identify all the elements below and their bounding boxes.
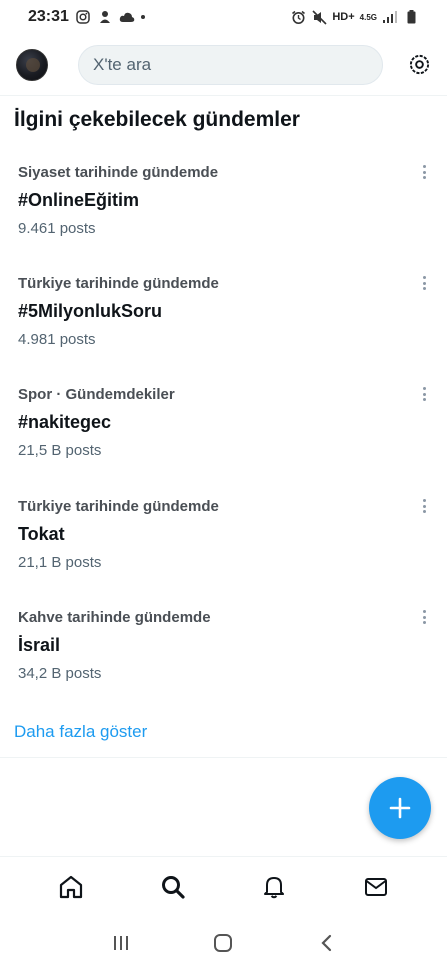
trend-context: Türkiye tarihinde gündemde: [18, 498, 219, 515]
instagram-icon: [75, 9, 91, 25]
signal-icon: [382, 9, 398, 25]
notifications-bell-icon[interactable]: [254, 867, 294, 907]
trend-item[interactable]: Kahve tarihinde gündemde İsrail 34,2 B p…: [0, 601, 447, 712]
mute-icon: [311, 9, 327, 25]
more-options-icon[interactable]: [419, 384, 429, 404]
trend-context: Türkiye tarihinde gündemde: [18, 275, 219, 292]
show-more-link[interactable]: Daha fazla göster: [14, 722, 147, 742]
more-options-icon[interactable]: [419, 496, 429, 516]
trend-name: İsrail: [18, 635, 61, 655]
trend-name: #5MilyonlukSoru: [18, 301, 163, 321]
cloud-icon: [119, 9, 135, 25]
alarm-icon: [290, 9, 306, 25]
section-title: İlgini çekebilecek gündemler: [14, 108, 300, 131]
bottom-tab-bar: [0, 856, 447, 916]
top-header: [0, 34, 447, 96]
trend-post-count: 4.981 posts: [18, 331, 96, 348]
recent-apps-icon[interactable]: [106, 928, 136, 958]
search-bar[interactable]: [78, 44, 384, 85]
trend-item[interactable]: Spor · Gündemdekiler #nakitegec 21,5 B p…: [0, 378, 447, 489]
trend-post-count: 21,1 B posts: [18, 554, 102, 571]
more-options-icon[interactable]: [419, 273, 429, 293]
trend-post-count: 34,2 B posts: [18, 665, 102, 682]
settings-gear-icon[interactable]: [407, 53, 431, 77]
plus-icon: [389, 797, 411, 819]
trend-context: Kahve tarihinde gündemde: [18, 609, 211, 626]
back-icon[interactable]: [311, 928, 341, 958]
trend-post-count: 21,5 B posts: [18, 442, 102, 459]
network-subtype: 4.5G: [359, 12, 377, 22]
system-navigation-bar: [0, 916, 447, 969]
trend-name: #OnlineEğitim: [18, 190, 140, 210]
status-bar: 23:31 HD+ 4.5G: [0, 0, 447, 34]
search-icon[interactable]: [153, 867, 193, 907]
more-notifications-dot: [140, 15, 145, 19]
trend-context: Siyaset tarihinde gündemde: [18, 164, 219, 181]
trend-name: #nakitegec: [18, 412, 112, 432]
network-type: HD+: [332, 11, 355, 23]
trend-name: Tokat: [18, 524, 65, 544]
battery-icon: [403, 9, 419, 25]
messages-envelope-icon[interactable]: [356, 867, 396, 907]
divider: [0, 757, 447, 758]
home-button-icon[interactable]: [208, 928, 238, 958]
more-options-icon[interactable]: [419, 607, 429, 627]
status-time: 23:31: [28, 8, 69, 25]
trend-item[interactable]: Siyaset tarihinde gündemde #OnlineEğitim…: [0, 156, 447, 267]
profile-avatar[interactable]: [16, 48, 48, 81]
trend-context: Spor · Gündemdekiler: [18, 386, 175, 403]
search-input[interactable]: [93, 54, 369, 75]
compose-post-button[interactable]: [369, 777, 431, 839]
trend-post-count: 9.461 posts: [18, 220, 96, 237]
trend-item[interactable]: Türkiye tarihinde gündemde #5MilyonlukSo…: [0, 267, 447, 378]
more-options-icon[interactable]: [419, 162, 429, 182]
home-icon[interactable]: [51, 867, 91, 907]
trend-item[interactable]: Türkiye tarihinde gündemde Tokat 21,1 B …: [0, 490, 447, 601]
notification-app-icon: [97, 9, 113, 25]
